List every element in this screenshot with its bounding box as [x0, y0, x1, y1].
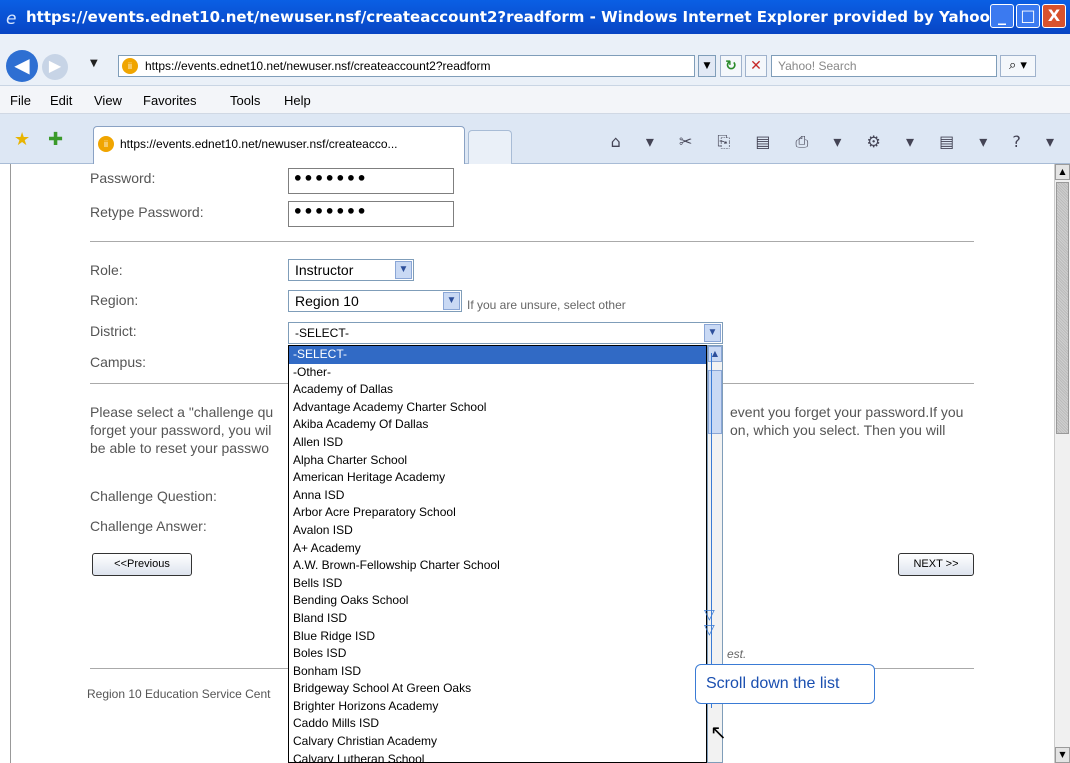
tab-label: https://events.ednet10.net/newuser.nsf/c…	[120, 137, 398, 151]
role-label: Role:	[90, 262, 123, 278]
address-dropdown-icon[interactable]: ▼	[698, 55, 716, 77]
close-button[interactable]: X	[1042, 4, 1066, 28]
district-option[interactable]: Academy of Dallas	[289, 381, 706, 399]
navigation-bar: ◀ ▶ ▼ ii https://events.ednet10.net/newu…	[0, 34, 1070, 86]
district-option[interactable]: Akiba Academy Of Dallas	[289, 416, 706, 434]
district-label: District:	[90, 323, 137, 339]
district-option[interactable]: Boles ISD	[289, 645, 706, 663]
next-button[interactable]: NEXT >>	[898, 553, 974, 576]
minimize-button[interactable]: _	[990, 4, 1014, 28]
menu-edit[interactable]: Edit	[50, 93, 72, 108]
stop-button[interactable]: ✕	[745, 55, 767, 77]
role-value: Instructor	[295, 262, 354, 278]
district-option[interactable]: A+ Academy	[289, 540, 706, 558]
footer-text: Region 10 Education Service Cent	[87, 687, 271, 701]
arrow-down-icon: ▽	[704, 622, 715, 638]
challenge-instructions-line3-left: be able to reset your passwo	[90, 440, 269, 456]
scroll-up-icon[interactable]: ▲	[1055, 164, 1070, 180]
district-option[interactable]: American Heritage Academy	[289, 469, 706, 487]
district-value: -SELECT-	[295, 326, 350, 340]
history-dropdown-icon[interactable]: ▼	[90, 58, 98, 69]
search-input[interactable]: Yahoo! Search	[771, 55, 997, 77]
ie-logo-icon: e	[6, 9, 17, 29]
favorites-star-icon[interactable]: ★	[14, 129, 30, 150]
new-tab-button[interactable]	[468, 130, 512, 164]
district-option[interactable]: Anna ISD	[289, 487, 706, 505]
retype-password-label: Retype Password:	[90, 204, 204, 220]
district-option[interactable]: Allen ISD	[289, 434, 706, 452]
tab-site-icon: ii	[98, 136, 114, 152]
partial-text: est.	[727, 647, 747, 661]
challenge-instructions-line2-left: forget your password, you wil	[90, 422, 272, 438]
region-hint: If you are unsure, select other	[467, 298, 626, 312]
challenge-instructions-line1-left: Please select a "challenge qu	[90, 404, 274, 420]
maximize-button[interactable]: □	[1016, 4, 1040, 28]
district-select[interactable]: -SELECT- ▼	[288, 322, 723, 344]
chevron-down-icon: ▼	[395, 261, 412, 279]
challenge-instructions-line2-right: on, which you select. Then you will	[730, 422, 946, 438]
district-option[interactable]: Caddo Mills ISD	[289, 715, 706, 733]
district-dropdown-list[interactable]: -SELECT- -Other- Academy of Dallas Advantag…	[288, 345, 707, 763]
menu-tools[interactable]: Tools	[230, 93, 260, 108]
mouse-cursor-icon: ↖	[710, 720, 727, 744]
site-icon: ii	[122, 58, 138, 74]
district-option[interactable]: Calvary Lutheran School	[289, 751, 706, 762]
menu-help[interactable]: Help	[284, 93, 311, 108]
district-option[interactable]: Bending Oaks School	[289, 592, 706, 610]
district-option[interactable]: Bells ISD	[289, 575, 706, 593]
forward-button[interactable]: ▶	[42, 54, 68, 80]
menu-bar: File Edit View Favorites Tools Help	[0, 86, 1070, 114]
tab-active[interactable]: ii https://events.ednet10.net/newuser.ns…	[93, 126, 465, 164]
scroll-hint-callout: Scroll down the list	[695, 664, 875, 704]
address-text: https://events.ednet10.net/newuser.nsf/c…	[145, 59, 491, 73]
district-option[interactable]: A.W. Brown-Fellowship Charter School	[289, 557, 706, 575]
challenge-instructions-line1-right: event you forget your password.If you	[730, 404, 964, 420]
district-option[interactable]: Bridgeway School At Green Oaks	[289, 680, 706, 698]
challenge-answer-label: Challenge Answer:	[90, 518, 207, 534]
tab-bar: ★ ✚ ii https://events.ednet10.net/newuse…	[0, 114, 1070, 164]
annotation-guide-line	[711, 353, 712, 708]
region-value: Region 10	[295, 293, 359, 309]
region-select[interactable]: Region 10 ▼	[288, 290, 462, 312]
district-option[interactable]: Bland ISD	[289, 610, 706, 628]
district-option[interactable]: Bonham ISD	[289, 663, 706, 681]
add-favorites-icon[interactable]: ✚	[48, 129, 63, 150]
district-option[interactable]: Calvary Christian Academy	[289, 733, 706, 751]
chevron-down-icon: ▼	[704, 324, 721, 342]
region-label: Region:	[90, 292, 139, 308]
campus-label: Campus:	[90, 354, 147, 370]
district-option[interactable]: Brighter Horizons Academy	[289, 698, 706, 716]
search-button[interactable]: ⌕ ▾	[1000, 55, 1036, 77]
command-bar-icons[interactable]: ⌂ ▾ ✂ ⎘ ▤ ⎙ ▾ ⚙ ▾ ▤ ▾ ? ▾	[611, 132, 1064, 152]
previous-button[interactable]: <<Previous	[92, 553, 192, 576]
challenge-question-label: Challenge Question:	[90, 488, 217, 504]
district-option[interactable]: -Other-	[289, 364, 706, 382]
district-option[interactable]: Arbor Acre Preparatory School	[289, 504, 706, 522]
menu-favorites[interactable]: Favorites	[143, 93, 196, 108]
arrow-down-icon: ▽	[704, 607, 715, 623]
refresh-button[interactable]: ↻	[720, 55, 742, 77]
district-option[interactable]: Blue Ridge ISD	[289, 628, 706, 646]
district-option[interactable]: -SELECT-	[289, 346, 706, 364]
chevron-down-icon: ▼	[443, 292, 460, 310]
divider	[90, 241, 974, 242]
menu-view[interactable]: View	[94, 93, 122, 108]
window-title: https://events.ednet10.net/newuser.nsf/c…	[26, 8, 997, 26]
page-scrollbar[interactable]: ▲ ▼	[1054, 164, 1070, 763]
address-bar[interactable]: ii https://events.ednet10.net/newuser.ns…	[118, 55, 695, 77]
district-option[interactable]: Alpha Charter School	[289, 452, 706, 470]
role-select[interactable]: Instructor ▼	[288, 259, 414, 281]
window-titlebar: e https://events.ednet10.net/newuser.nsf…	[0, 0, 1070, 34]
password-label: Password:	[90, 170, 156, 186]
password-field[interactable]: •••••••	[288, 168, 454, 194]
scroll-thumb[interactable]	[1056, 182, 1069, 434]
retype-password-field[interactable]: •••••••	[288, 201, 454, 227]
back-button[interactable]: ◀	[6, 50, 38, 82]
scroll-down-icon[interactable]: ▼	[1055, 747, 1070, 763]
district-option[interactable]: Avalon ISD	[289, 522, 706, 540]
district-option[interactable]: Advantage Academy Charter School	[289, 399, 706, 417]
menu-file[interactable]: File	[10, 93, 31, 108]
